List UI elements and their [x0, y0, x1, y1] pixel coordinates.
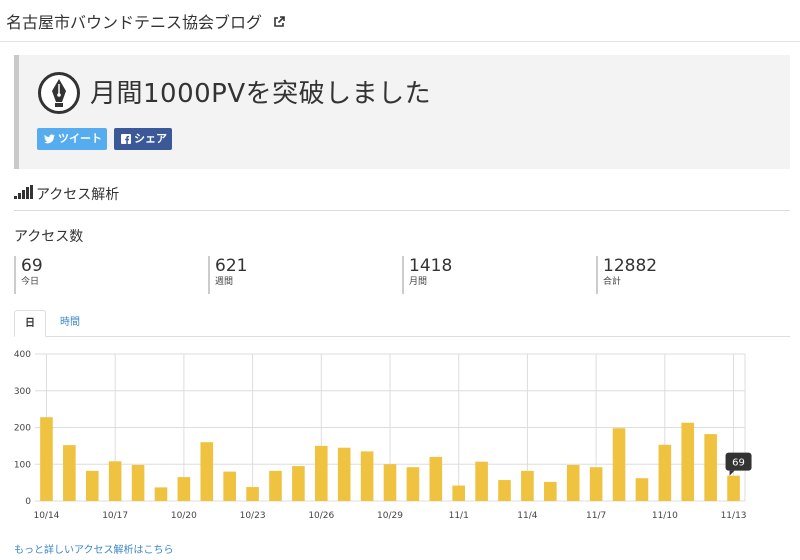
- stat-label: 週間: [215, 277, 234, 287]
- y-tick-label: 0: [25, 497, 31, 507]
- x-tick-label: 11/7: [586, 511, 606, 521]
- stat-value: 1418: [409, 256, 453, 276]
- bar: [452, 485, 466, 501]
- bar: [177, 477, 191, 501]
- entry-title: 月間1000PVを突破しました: [90, 79, 432, 109]
- bar: [246, 487, 259, 501]
- facebook-icon: [121, 134, 131, 144]
- chart-tooltip: 69: [725, 452, 752, 476]
- stat-value: 69: [21, 256, 43, 276]
- external-link-icon: [274, 16, 285, 27]
- bar: [292, 466, 305, 501]
- access-chart: 0 100 200 300 400 10/14 10/17 10/20 10/23 10/26 10…: [14, 350, 752, 521]
- bar: [63, 445, 76, 501]
- stat-value: 12882: [603, 256, 658, 276]
- stat-today: 69 今日: [14, 256, 204, 294]
- detailed-analytics-link[interactable]: もっと詳しいアクセス解析はこちら: [14, 541, 174, 556]
- bar: [406, 467, 420, 501]
- analytics-section-header: アクセス解析: [14, 180, 790, 211]
- stat-label: 月間: [409, 277, 428, 287]
- x-tick-label: 11/1: [449, 511, 469, 521]
- entry-header: 月間1000PVを突破しました ツイート シェア: [14, 55, 790, 169]
- bar: [658, 444, 672, 501]
- bar: [589, 467, 603, 501]
- section-title: アクセス解析: [36, 187, 120, 203]
- bar: [108, 461, 122, 501]
- bar: [635, 478, 649, 501]
- x-tick-label: 10/20: [171, 511, 197, 521]
- x-tick-label: 10/26: [308, 511, 334, 521]
- stat-total: 12882 合計: [596, 256, 786, 294]
- facebook-share-button[interactable]: シェア: [114, 128, 172, 150]
- pen-nib-icon: [38, 72, 80, 114]
- stat-label: 合計: [603, 277, 622, 287]
- bar: [544, 481, 557, 501]
- tab-hourly[interactable]: 時間: [50, 310, 90, 337]
- y-tick-label: 300: [14, 387, 31, 397]
- bar: [200, 442, 214, 501]
- bar: [337, 447, 351, 501]
- x-tick-label: 11/4: [517, 511, 537, 521]
- tweet-button[interactable]: ツイート: [37, 128, 107, 150]
- x-tick-label: 10/14: [33, 511, 59, 521]
- bar: [154, 487, 168, 501]
- stat-value: 621: [215, 256, 248, 276]
- bar: [269, 470, 282, 501]
- x-tick-label: 10/23: [240, 511, 266, 521]
- bar: [85, 470, 99, 501]
- bar: [521, 470, 534, 501]
- chart-tabs: 日 時間: [14, 310, 790, 337]
- bar: [131, 464, 145, 501]
- y-tick-label: 100: [14, 460, 31, 470]
- bar: [681, 422, 695, 501]
- stat-label: 今日: [21, 277, 40, 287]
- bar: [429, 456, 443, 501]
- bar: [498, 480, 511, 501]
- stat-weekly: 621 週間: [208, 256, 398, 294]
- x-tick-label: 11/10: [652, 511, 678, 521]
- bar: [475, 461, 488, 501]
- bar: [727, 475, 740, 501]
- bar: [223, 471, 236, 501]
- tweet-label: ツイート: [58, 132, 102, 145]
- signal-bars-icon: [14, 185, 33, 199]
- share-label: シェア: [134, 132, 167, 145]
- top-bar: 名古屋市バウンドテニス協会ブログ: [0, 0, 800, 42]
- y-tick-label: 400: [14, 350, 31, 360]
- access-stats: 69 今日 621 週間 1418 月間 12882 合計: [14, 256, 790, 294]
- bar: [704, 434, 717, 501]
- bar: [40, 417, 53, 501]
- bar: [314, 445, 328, 501]
- tooltip-value: 69: [732, 458, 745, 469]
- bar: [612, 428, 626, 501]
- blog-title: 名古屋市バウンドテニス協会ブログ: [6, 13, 263, 32]
- bar: [383, 464, 397, 501]
- y-tick-label: 200: [14, 424, 31, 434]
- x-tick-label: 10/29: [377, 511, 403, 521]
- stat-monthly: 1418 月間: [402, 256, 592, 294]
- bar: [360, 451, 374, 501]
- x-tick-label: 11/13: [721, 511, 747, 521]
- bar: [566, 464, 580, 501]
- x-tick-label: 10/17: [102, 511, 128, 521]
- tab-daily[interactable]: 日: [14, 310, 46, 337]
- twitter-bird-icon: [44, 134, 55, 144]
- access-count-heading: アクセス数: [14, 229, 84, 245]
- blog-title-link[interactable]: 名古屋市バウンドテニス協会ブログ: [6, 9, 285, 33]
